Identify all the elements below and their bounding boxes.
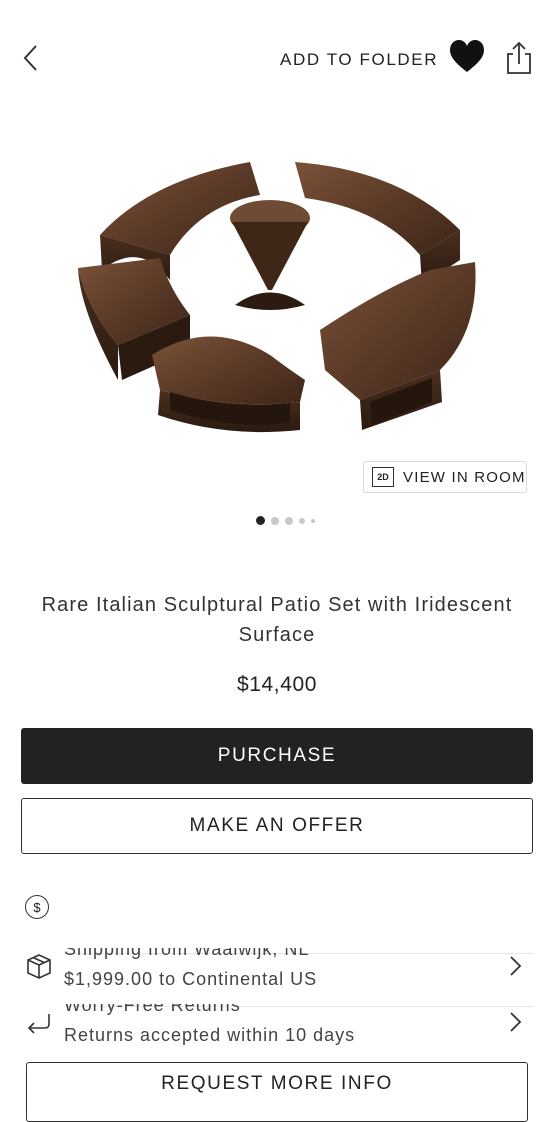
shipping-cost: $1,999.00 to Continental US — [64, 969, 318, 989]
dollar-icon: $ — [25, 895, 49, 919]
make-offer-button[interactable]: MAKE AN OFFER — [21, 798, 533, 854]
carousel-dot[interactable] — [299, 517, 305, 524]
carousel-dot[interactable] — [256, 516, 265, 525]
carousel-dot[interactable] — [285, 516, 293, 525]
product-image[interactable] — [60, 140, 500, 440]
favorite-button[interactable] — [448, 38, 486, 76]
carousel-pagination — [256, 516, 315, 525]
2d-room-icon: 2D — [372, 467, 394, 487]
chevron-right-icon — [510, 1012, 522, 1032]
chevron-right-icon — [510, 956, 522, 976]
carousel-dot[interactable] — [311, 518, 315, 523]
shipping-row[interactable]: Shipping from Waalwijk, NL $1,999.00 to … — [0, 940, 554, 1000]
purchase-button[interactable]: PURCHASE — [21, 728, 533, 784]
view-in-room-button[interactable]: 2D VIEW IN ROOM — [363, 461, 527, 493]
chevron-left-icon — [23, 45, 37, 71]
add-to-folder-button[interactable]: ADD TO FOLDER — [280, 50, 438, 70]
return-arrow-icon — [27, 1014, 50, 1034]
returns-policy: Returns accepted within 10 days — [64, 1025, 356, 1045]
carousel-dot[interactable] — [271, 516, 279, 525]
sculpture-illustration — [78, 162, 476, 433]
back-button[interactable] — [14, 38, 50, 78]
returns-heading: Worry-Free Returns — [64, 995, 241, 1015]
request-more-info-button[interactable]: REQUEST MORE INFO — [26, 1062, 528, 1122]
share-icon — [507, 41, 531, 74]
shipping-heading: Shipping from Waalwijk, NL — [64, 939, 310, 959]
package-icon — [27, 954, 51, 979]
product-title: Rare Italian Sculptural Patio Set with I… — [41, 594, 513, 646]
heart-icon — [450, 40, 484, 72]
share-button[interactable] — [504, 40, 534, 76]
returns-row[interactable]: Worry-Free Returns Returns accepted with… — [0, 996, 554, 1056]
product-price: $14,400 — [236, 673, 318, 696]
view-in-room-label: VIEW IN ROOM — [403, 468, 526, 486]
